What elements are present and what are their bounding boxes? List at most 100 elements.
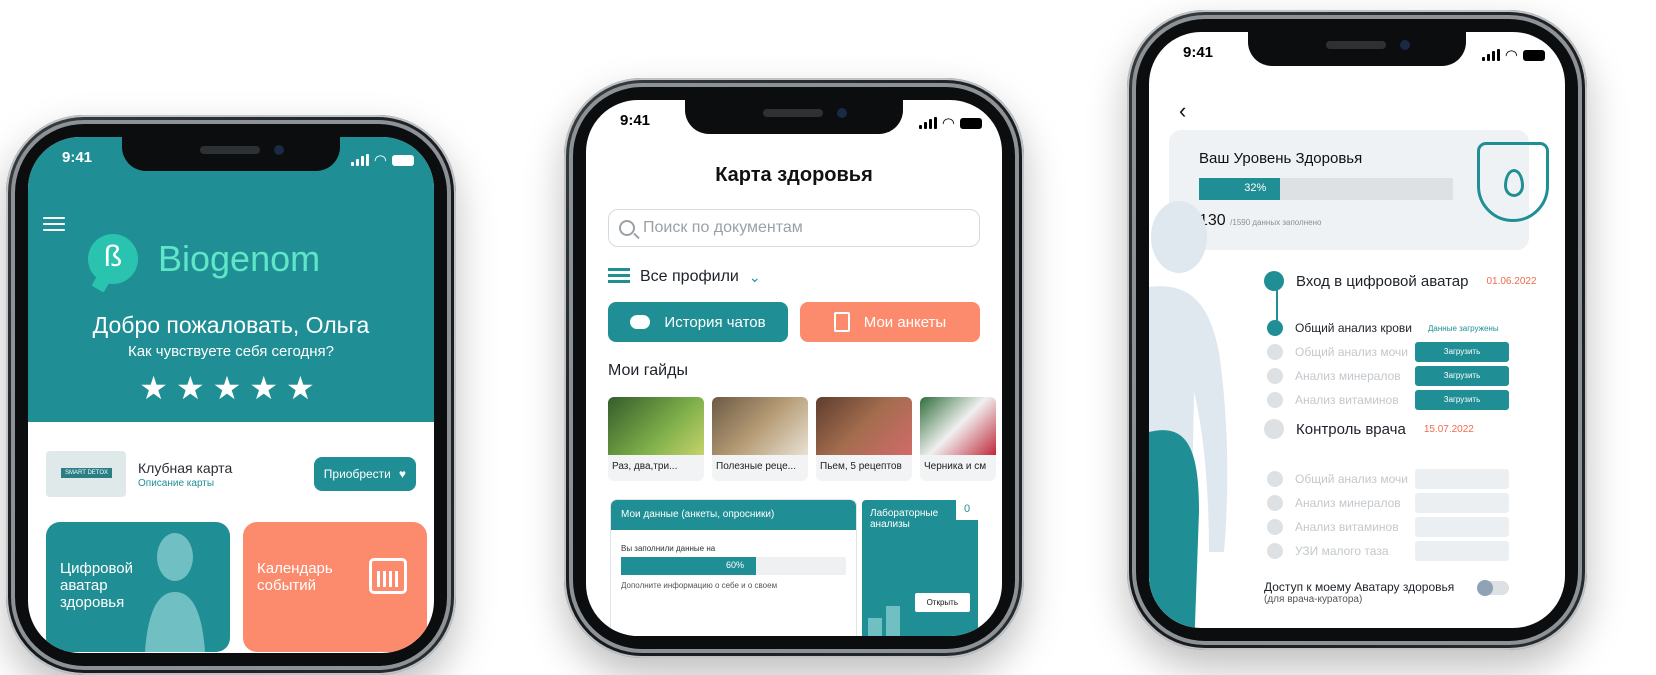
search-input[interactable]: Поиск по документам — [608, 209, 980, 247]
wifi-icon: ◠ — [1504, 47, 1518, 64]
avatar-silhouette-icon — [145, 533, 205, 652]
chat-history-button[interactable]: История чатов — [608, 302, 788, 342]
lab-tests-card[interactable]: Лабораторные анализы 0 Открыть — [862, 500, 978, 636]
chevron-down-icon: ⌄ — [748, 268, 761, 285]
health-drop-icon — [1477, 142, 1549, 222]
home-screen: 9:41 ◠ ß Biogenom Добро пожаловать, Ольг… — [28, 137, 434, 653]
tile-digital-avatar[interactable]: Цифровой аватар здоровья — [46, 522, 230, 652]
step-done-icon — [1264, 271, 1284, 291]
wifi-icon: ◠ — [373, 152, 387, 169]
rating-stars[interactable]: ★★★★★ — [28, 369, 434, 407]
buy-button[interactable]: Приобрести ♥ — [313, 457, 416, 491]
document-icon — [833, 312, 850, 332]
club-card-image: SMART DETOX — [46, 451, 126, 497]
brand-logo: ß Biogenom — [88, 234, 320, 284]
guide-image — [608, 397, 704, 455]
guide-label: Раз, два,три... — [612, 461, 678, 472]
step-avatar-entry: Вход в цифровой аватар 01.06.2022 — [1264, 271, 1537, 291]
signal-icon — [350, 154, 369, 166]
test-tube-icon — [886, 606, 900, 636]
welcome-text: Добро пожаловать, Ольга — [92, 312, 370, 338]
status-time: 9:41 — [62, 149, 93, 166]
step-pending-icon — [1264, 419, 1284, 439]
upload-button-disabled: Загрузить — [1415, 517, 1509, 537]
upload-button-disabled: Загрузить — [1415, 493, 1509, 513]
avatar-access-toggle[interactable] — [1477, 580, 1509, 596]
calendar-icon — [369, 558, 407, 594]
status-icons: ◠ — [1481, 46, 1545, 64]
guide-label: Полезные реце... — [716, 461, 796, 472]
health-level-screen: 9:41 ◠ ‹ Ваш Уровень Здоровья 32% 130 /1… — [1149, 32, 1565, 628]
step-title: Вход в цифровой аватар — [1296, 272, 1469, 290]
upload-button[interactable]: Загрузить — [1415, 366, 1509, 386]
tile-events-calendar[interactable]: Календарь событий — [243, 522, 427, 652]
guide-card[interactable]: Полезные реце... — [712, 397, 808, 481]
phone-home: 9:41 ◠ ß Biogenom Добро пожаловать, Ольг… — [6, 115, 456, 675]
status-icons: ◠ — [350, 151, 414, 169]
profiles-label: Все профили — [640, 268, 739, 285]
my-data-hint: Дополните информацию о себе и о своем — [621, 581, 778, 590]
menu-icon[interactable] — [43, 217, 65, 235]
phone-health-level: 9:41 ◠ ‹ Ваш Уровень Здоровья 32% 130 /1… — [1127, 10, 1587, 650]
signal-icon — [1481, 49, 1500, 61]
test-done-icon — [1267, 320, 1283, 336]
heart-icon: ♥ — [398, 467, 406, 481]
status-time: 9:41 — [620, 112, 651, 129]
list-icon — [608, 268, 630, 286]
tile-digital-avatar-label: Цифровой аватар здоровья — [60, 560, 134, 611]
test-tube-icon — [868, 618, 882, 636]
loaded-badge: Данные загружены — [1428, 323, 1499, 333]
my-data-title: Мои данные (анкеты, опросники) — [611, 500, 856, 530]
search-placeholder: Поиск по документам — [643, 219, 803, 236]
lab-open-button[interactable]: Открыть — [914, 593, 970, 612]
chat-bubble-icon — [630, 315, 651, 329]
upload-button-disabled: Загрузить — [1415, 469, 1509, 489]
my-data-card[interactable]: Мои данные (анкеты, опросники) Вы заполн… — [611, 500, 856, 636]
upload-button[interactable]: Загрузить — [1415, 390, 1509, 410]
my-data-progress: 60% — [621, 557, 846, 575]
test-row: Анализ витаминов — [1267, 392, 1399, 408]
lab-tests-count: 0 — [956, 500, 978, 520]
mood-question: Как чувствуете себя сегодня? — [127, 343, 335, 360]
back-arrow-icon[interactable]: ‹ — [1179, 98, 1186, 124]
test-row: Анализ витаминов — [1267, 519, 1399, 535]
battery-icon — [960, 117, 982, 129]
test-row: УЗИ малого таза — [1267, 543, 1389, 559]
test-row: Анализ минералов — [1267, 368, 1401, 384]
guides-carousel[interactable]: Раз, два,три... Полезные реце... Пьем, 5… — [608, 397, 996, 481]
guide-label: Черника и см — [924, 461, 987, 472]
guide-label: Пьем, 5 рецептов — [820, 461, 902, 472]
my-forms-button[interactable]: Мои анкеты — [800, 302, 980, 342]
step-date: 15.07.2022 — [1423, 423, 1474, 435]
upload-button[interactable]: Загрузить — [1415, 342, 1509, 362]
test-row: Общий анализ крови Данные загружены — [1267, 320, 1499, 336]
status-bar: 9:41 ◠ — [1149, 44, 1565, 66]
guide-image — [816, 397, 912, 455]
status-bar: 9:41 ◠ — [28, 149, 434, 171]
status-icons: ◠ — [918, 114, 982, 132]
biogenom-logo-icon: ß — [88, 234, 138, 284]
step-doctor-control: Контроль врача 15.07.2022 — [1264, 419, 1474, 439]
guide-card[interactable]: Пьем, 5 рецептов — [816, 397, 912, 481]
test-row: Общий анализ мочи — [1267, 344, 1408, 360]
lab-tests-title: Лабораторные анализы — [870, 508, 939, 530]
test-row: Анализ минералов — [1267, 495, 1401, 511]
club-card-description-link[interactable]: Описание карты — [138, 478, 232, 489]
guide-card[interactable]: Раз, два,три... — [608, 397, 704, 481]
page-title: Карта здоровья — [715, 164, 873, 186]
test-row: Общий анализ мочи — [1267, 471, 1408, 487]
guide-card[interactable]: Черника и см — [920, 397, 996, 481]
step-date: 01.06.2022 — [1486, 275, 1537, 287]
club-card-title: Клубная карта — [138, 459, 233, 476]
club-card-row: SMART DETOX Клубная карта Описание карты… — [46, 449, 416, 499]
wifi-icon: ◠ — [941, 115, 955, 132]
search-icon — [619, 220, 635, 236]
health-level-title: Ваш Уровень Здоровья — [1199, 150, 1363, 167]
battery-icon — [392, 154, 414, 166]
profiles-dropdown[interactable]: Все профили ⌄ — [608, 268, 761, 286]
brand-name: Biogenom — [158, 238, 321, 279]
status-bar: 9:41 ◠ — [586, 112, 1002, 134]
battery-icon — [1523, 49, 1545, 61]
my-data-percent: 60% — [726, 560, 745, 570]
avatar-access-label: Доступ к моему Аватару здоровья (для вра… — [1264, 580, 1455, 605]
